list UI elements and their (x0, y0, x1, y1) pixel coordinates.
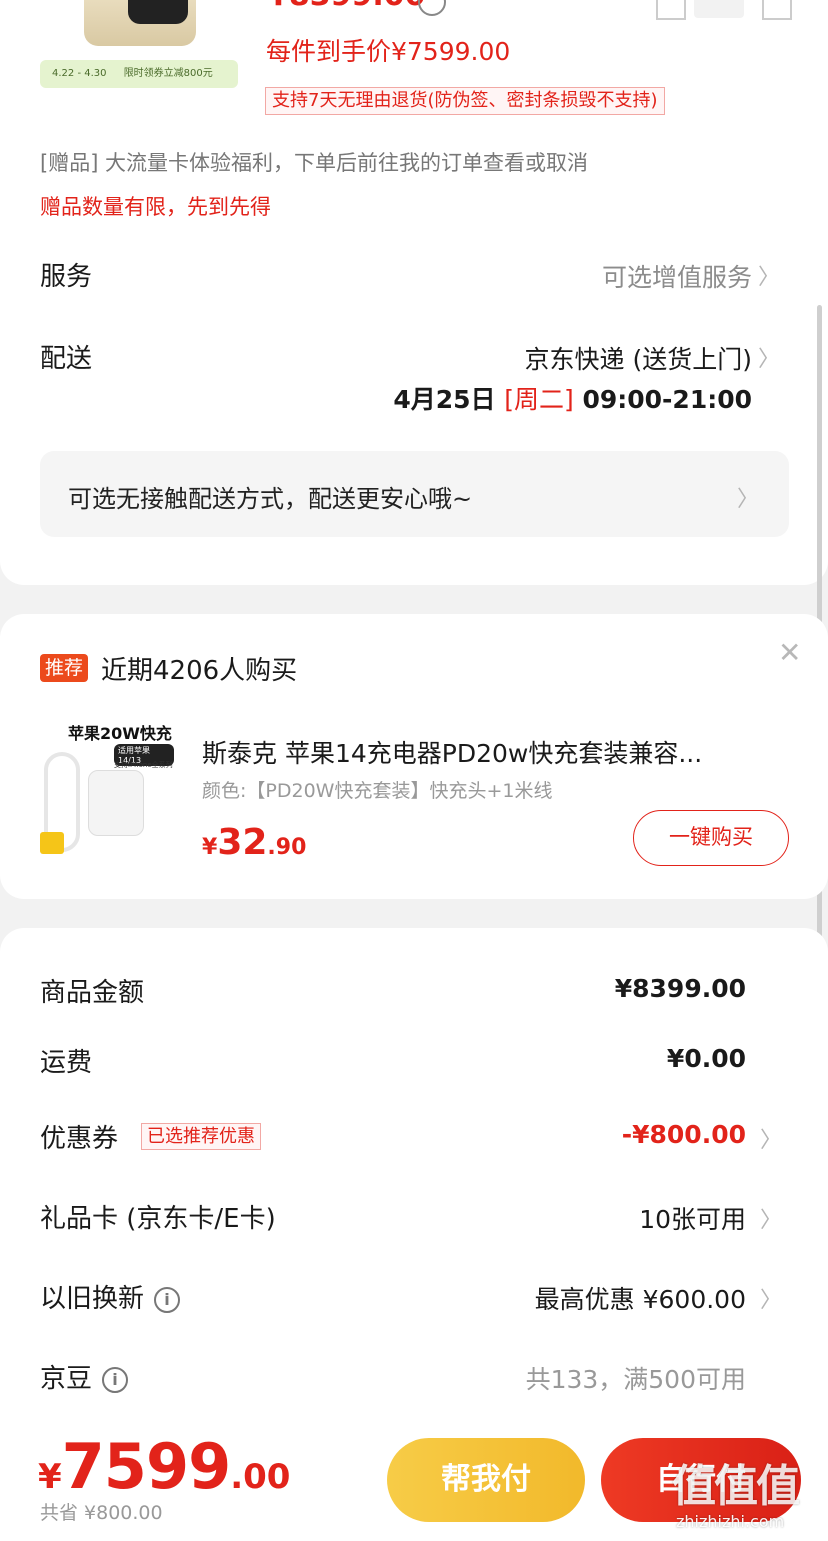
recommend-product-title[interactable]: 斯泰克 苹果14充电器PD20w快充套装兼容... (202, 734, 802, 770)
recommend-price-symbol: ¥ (202, 835, 218, 860)
coupon-tag-text: 已选推荐优惠 (147, 1126, 255, 1147)
coupon-banner[interactable]: 4.22 - 4.30 限时领券立减800元 (40, 60, 238, 88)
subtotal-value: ¥8399.00 (614, 974, 746, 1003)
recommend-product-price: ¥32.90 (202, 822, 306, 863)
quantity-field[interactable] (694, 0, 744, 18)
info-icon[interactable]: i (154, 1286, 181, 1313)
gift-card-label: 礼品卡 (京东卡/E卡) (40, 1204, 276, 1234)
recommend-badge-text: 推荐 (45, 657, 84, 679)
product-thumbnail[interactable] (84, 0, 196, 46)
recommend-product-thumbnail[interactable]: 苹果20W快充 适用苹果14/13 支持iPhone全系列 (40, 718, 174, 858)
thumb-title: 苹果20W快充 (68, 724, 172, 743)
product-price: ¥8399.00 (268, 0, 426, 13)
service-value: 可选增值服务 (601, 263, 752, 292)
gift-card-value: 10张可用 (639, 1205, 746, 1234)
summary-row-jd-beans: 京豆 i 共133，满500可用 (0, 1354, 828, 1398)
one-click-buy-button[interactable]: 一键购买 (633, 810, 789, 866)
close-icon[interactable]: ✕ (778, 636, 801, 669)
delivery-row[interactable]: 配送 京东快递 (送货上门) 〉 4月25日 [周二] 09:00-21:00 (0, 332, 828, 422)
jd-beans-label-text: 京豆 (40, 1364, 93, 1394)
summary-row-coupon[interactable]: 优惠券 已选推荐优惠 -¥800.00 〉 (0, 1114, 828, 1158)
return-policy-badge: 支持7天无理由退货(防伪签、密封条损毁不支持) (265, 87, 665, 115)
total-price: ¥7599.00 (38, 1430, 290, 1503)
coupon-value: -¥800.00 (621, 1120, 746, 1149)
shipping-value: ¥0.00 (666, 1044, 746, 1073)
chevron-right-icon: 〉 (759, 1208, 782, 1233)
total-price-symbol: ¥ (38, 1457, 62, 1497)
help-me-pay-label: 帮我付 (441, 1462, 531, 1497)
recommend-price-dec: .90 (267, 835, 307, 860)
coupon-label: 优惠券 (40, 1124, 119, 1154)
recommend-price-int: 32 (217, 822, 268, 863)
coupon-banner-date: 4.22 - 4.30 (52, 68, 107, 79)
summary-row-shipping: 运费 ¥0.00 (0, 1038, 828, 1082)
chevron-right-icon: 〉 (757, 347, 780, 372)
service-row[interactable]: 服务 可选增值服务 〉 (0, 250, 828, 300)
total-saved: 共省 ¥800.00 (40, 1502, 163, 1524)
trade-in-value: 最高优惠 ¥600.00 (534, 1285, 746, 1314)
phone-camera-graphic (128, 0, 188, 24)
quantity-increase-button[interactable] (762, 0, 792, 20)
checkout-bar: ¥7599.00 共省 ¥800.00 帮我付 自行付 值值值 zhizhizh… (0, 1418, 828, 1541)
delivery-weekday: [周二] (504, 385, 574, 414)
summary-row-trade-in[interactable]: 以旧换新 i 最高优惠 ¥600.00 〉 (0, 1274, 828, 1318)
total-price-int: 7599 (61, 1430, 232, 1503)
summary-row-gift-card[interactable]: 礼品卡 (京东卡/E卡) 10张可用 〉 (0, 1194, 828, 1238)
delivery-date: 4月25日 (393, 385, 496, 414)
watermark-logo: 值值值 (672, 1461, 800, 1512)
trade-in-label: 以旧换新 i (40, 1278, 181, 1315)
chevron-right-icon: 〉 (736, 487, 759, 512)
recommend-product-spec: 颜色:【PD20W快充套装】快充头+1米线 (202, 780, 553, 802)
total-price-dec: .00 (230, 1457, 291, 1497)
product-card: 4.22 - 4.30 限时领券立减800元 ¥8399.00 每件到手价¥75… (0, 0, 828, 585)
shipping-label: 运费 (40, 1048, 93, 1078)
coupon-tag: 已选推荐优惠 (141, 1123, 261, 1150)
charger-brick-graphic (88, 770, 144, 836)
recommend-title: 近期4206人购买 (101, 656, 298, 686)
contactless-delivery-text: 可选无接触配送方式，配送更安心哦~ (68, 485, 473, 513)
summary-row-subtotal: 商品金额 ¥8399.00 (0, 968, 828, 1012)
watermark-site: zhizhizhi.com (676, 1512, 785, 1531)
recommend-badge: 推荐 (40, 654, 89, 682)
jd-beans-value: 共133，满500可用 (525, 1365, 746, 1394)
gift-notice: 赠品数量有限，先到先得 (40, 195, 271, 219)
price-info-icon[interactable] (418, 0, 446, 16)
brand-badge-graphic (40, 832, 64, 854)
gift-text: [赠品] 大流量卡体验福利，下单后前往我的订单查看或取消 (40, 151, 589, 175)
recommendation-card: 推荐 近期4206人购买 ✕ 苹果20W快充 适用苹果14/13 支持iPhon… (0, 614, 828, 899)
delivery-label: 配送 (40, 344, 93, 374)
coupon-banner-text: 限时领券立减800元 (123, 68, 213, 79)
service-label: 服务 (40, 262, 93, 292)
subtotal-label: 商品金额 (40, 978, 145, 1008)
return-policy-text: 支持7天无理由退货(防伪签、密封条损毁不支持) (272, 90, 658, 111)
delivery-time: 4月25日 [周二] 09:00-21:00 (393, 380, 752, 416)
trade-in-label-text: 以旧换新 (40, 1284, 145, 1314)
thumb-subtitle-2: 支持iPhone全系列 (114, 761, 173, 769)
contactless-delivery-option[interactable]: 可选无接触配送方式，配送更安心哦~ 〉 (40, 451, 789, 537)
info-icon[interactable]: i (102, 1366, 129, 1393)
chevron-right-icon: 〉 (759, 1288, 782, 1313)
quantity-decrease-button[interactable] (656, 0, 686, 20)
delivery-method: 京东快递 (送货上门) (524, 345, 752, 374)
help-me-pay-button[interactable]: 帮我付 (387, 1438, 585, 1522)
unit-price: 每件到手价¥7599.00 (266, 37, 511, 66)
chevron-right-icon: 〉 (757, 265, 780, 290)
delivery-hours: 09:00-21:00 (582, 385, 752, 414)
jd-beans-label: 京豆 i (40, 1358, 129, 1395)
chevron-right-icon: 〉 (759, 1128, 782, 1153)
one-click-buy-label: 一键购买 (669, 825, 753, 849)
